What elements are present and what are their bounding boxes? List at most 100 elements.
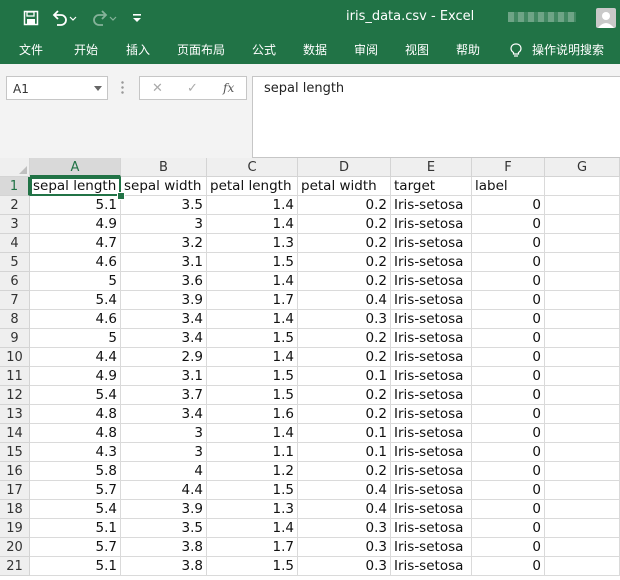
column-header-d[interactable]: D bbox=[298, 158, 391, 177]
cell-e17[interactable]: Iris-setosa bbox=[391, 481, 472, 500]
drag-handle-icon[interactable] bbox=[121, 80, 124, 94]
cell-f11[interactable]: 0 bbox=[472, 367, 545, 386]
cell-g8[interactable] bbox=[545, 310, 620, 329]
cell-d2[interactable]: 0.2 bbox=[298, 196, 391, 215]
cell-b9[interactable]: 3.4 bbox=[121, 329, 207, 348]
cell-b19[interactable]: 3.5 bbox=[121, 519, 207, 538]
cell-e10[interactable]: Iris-setosa bbox=[391, 348, 472, 367]
row-header-17[interactable]: 17 bbox=[0, 481, 30, 500]
cell-b1[interactable]: sepal width bbox=[121, 177, 207, 196]
cell-d9[interactable]: 0.2 bbox=[298, 329, 391, 348]
redo-button[interactable] bbox=[88, 8, 120, 28]
cell-e15[interactable]: Iris-setosa bbox=[391, 443, 472, 462]
cell-b16[interactable]: 4 bbox=[121, 462, 207, 481]
tab-formulas[interactable]: 公式 bbox=[252, 41, 276, 58]
cell-b14[interactable]: 3 bbox=[121, 424, 207, 443]
cell-f14[interactable]: 0 bbox=[472, 424, 545, 443]
cell-f7[interactable]: 0 bbox=[472, 291, 545, 310]
cell-a5[interactable]: 4.6 bbox=[30, 253, 121, 272]
column-header-a[interactable]: A bbox=[30, 158, 121, 177]
column-header-f[interactable]: F bbox=[472, 158, 545, 177]
cell-a9[interactable]: 5 bbox=[30, 329, 121, 348]
cell-d6[interactable]: 0.2 bbox=[298, 272, 391, 291]
cell-d8[interactable]: 0.3 bbox=[298, 310, 391, 329]
cell-b6[interactable]: 3.6 bbox=[121, 272, 207, 291]
cell-f15[interactable]: 0 bbox=[472, 443, 545, 462]
cell-e14[interactable]: Iris-setosa bbox=[391, 424, 472, 443]
cell-a6[interactable]: 5 bbox=[30, 272, 121, 291]
cell-e11[interactable]: Iris-setosa bbox=[391, 367, 472, 386]
cell-b8[interactable]: 3.4 bbox=[121, 310, 207, 329]
row-header-11[interactable]: 11 bbox=[0, 367, 30, 386]
cell-a2[interactable]: 5.1 bbox=[30, 196, 121, 215]
cell-f21[interactable]: 0 bbox=[472, 557, 545, 576]
cell-d1[interactable]: petal width bbox=[298, 177, 391, 196]
row-header-6[interactable]: 6 bbox=[0, 272, 30, 291]
row-header-4[interactable]: 4 bbox=[0, 234, 30, 253]
tab-view[interactable]: 视图 bbox=[405, 41, 429, 58]
row-header-1[interactable]: 1 bbox=[0, 177, 30, 196]
row-header-19[interactable]: 19 bbox=[0, 519, 30, 538]
cell-b18[interactable]: 3.9 bbox=[121, 500, 207, 519]
cell-b7[interactable]: 3.9 bbox=[121, 291, 207, 310]
cell-c12[interactable]: 1.5 bbox=[207, 386, 298, 405]
cell-d17[interactable]: 0.4 bbox=[298, 481, 391, 500]
cell-e2[interactable]: Iris-setosa bbox=[391, 196, 472, 215]
tab-data[interactable]: 数据 bbox=[303, 41, 327, 58]
cell-f12[interactable]: 0 bbox=[472, 386, 545, 405]
cell-c20[interactable]: 1.7 bbox=[207, 538, 298, 557]
cell-a10[interactable]: 4.4 bbox=[30, 348, 121, 367]
cell-c8[interactable]: 1.4 bbox=[207, 310, 298, 329]
cell-c14[interactable]: 1.4 bbox=[207, 424, 298, 443]
cell-g21[interactable] bbox=[545, 557, 620, 576]
tab-page-layout[interactable]: 页面布局 bbox=[177, 41, 225, 58]
cell-f19[interactable]: 0 bbox=[472, 519, 545, 538]
cell-g4[interactable] bbox=[545, 234, 620, 253]
spreadsheet-grid[interactable]: A B C D E F G 1 sepal length sepal width petal len… bbox=[0, 158, 620, 580]
cell-c6[interactable]: 1.4 bbox=[207, 272, 298, 291]
cell-f17[interactable]: 0 bbox=[472, 481, 545, 500]
cell-b5[interactable]: 3.1 bbox=[121, 253, 207, 272]
cell-a8[interactable]: 4.6 bbox=[30, 310, 121, 329]
cell-f1[interactable]: label bbox=[472, 177, 545, 196]
cell-b17[interactable]: 4.4 bbox=[121, 481, 207, 500]
cell-a12[interactable]: 5.4 bbox=[30, 386, 121, 405]
row-header-20[interactable]: 20 bbox=[0, 538, 30, 557]
avatar[interactable] bbox=[596, 8, 616, 28]
tell-me-search[interactable]: 操作说明搜索 bbox=[510, 41, 604, 58]
cell-g20[interactable] bbox=[545, 538, 620, 557]
cell-e6[interactable]: Iris-setosa bbox=[391, 272, 472, 291]
cell-g16[interactable] bbox=[545, 462, 620, 481]
row-header-9[interactable]: 9 bbox=[0, 329, 30, 348]
cell-c5[interactable]: 1.5 bbox=[207, 253, 298, 272]
cell-c4[interactable]: 1.3 bbox=[207, 234, 298, 253]
cell-g1[interactable] bbox=[545, 177, 620, 196]
cell-g10[interactable] bbox=[545, 348, 620, 367]
cell-d3[interactable]: 0.2 bbox=[298, 215, 391, 234]
tab-insert[interactable]: 插入 bbox=[126, 41, 150, 58]
row-header-3[interactable]: 3 bbox=[0, 215, 30, 234]
select-all-button[interactable] bbox=[0, 158, 30, 177]
enter-icon[interactable]: ✓ bbox=[187, 81, 198, 96]
cell-a3[interactable]: 4.9 bbox=[30, 215, 121, 234]
cell-g5[interactable] bbox=[545, 253, 620, 272]
cell-c13[interactable]: 1.6 bbox=[207, 405, 298, 424]
cell-g18[interactable] bbox=[545, 500, 620, 519]
cell-g15[interactable] bbox=[545, 443, 620, 462]
cell-f8[interactable]: 0 bbox=[472, 310, 545, 329]
cell-c19[interactable]: 1.4 bbox=[207, 519, 298, 538]
cell-g7[interactable] bbox=[545, 291, 620, 310]
cell-g12[interactable] bbox=[545, 386, 620, 405]
cell-b21[interactable]: 3.8 bbox=[121, 557, 207, 576]
cell-d13[interactable]: 0.2 bbox=[298, 405, 391, 424]
cell-g19[interactable] bbox=[545, 519, 620, 538]
cell-a18[interactable]: 5.4 bbox=[30, 500, 121, 519]
cell-f10[interactable]: 0 bbox=[472, 348, 545, 367]
cell-d19[interactable]: 0.3 bbox=[298, 519, 391, 538]
column-header-c[interactable]: C bbox=[207, 158, 298, 177]
cell-d4[interactable]: 0.2 bbox=[298, 234, 391, 253]
cell-a16[interactable]: 5.8 bbox=[30, 462, 121, 481]
cell-e18[interactable]: Iris-setosa bbox=[391, 500, 472, 519]
cell-g6[interactable] bbox=[545, 272, 620, 291]
cell-c1[interactable]: petal length bbox=[207, 177, 298, 196]
